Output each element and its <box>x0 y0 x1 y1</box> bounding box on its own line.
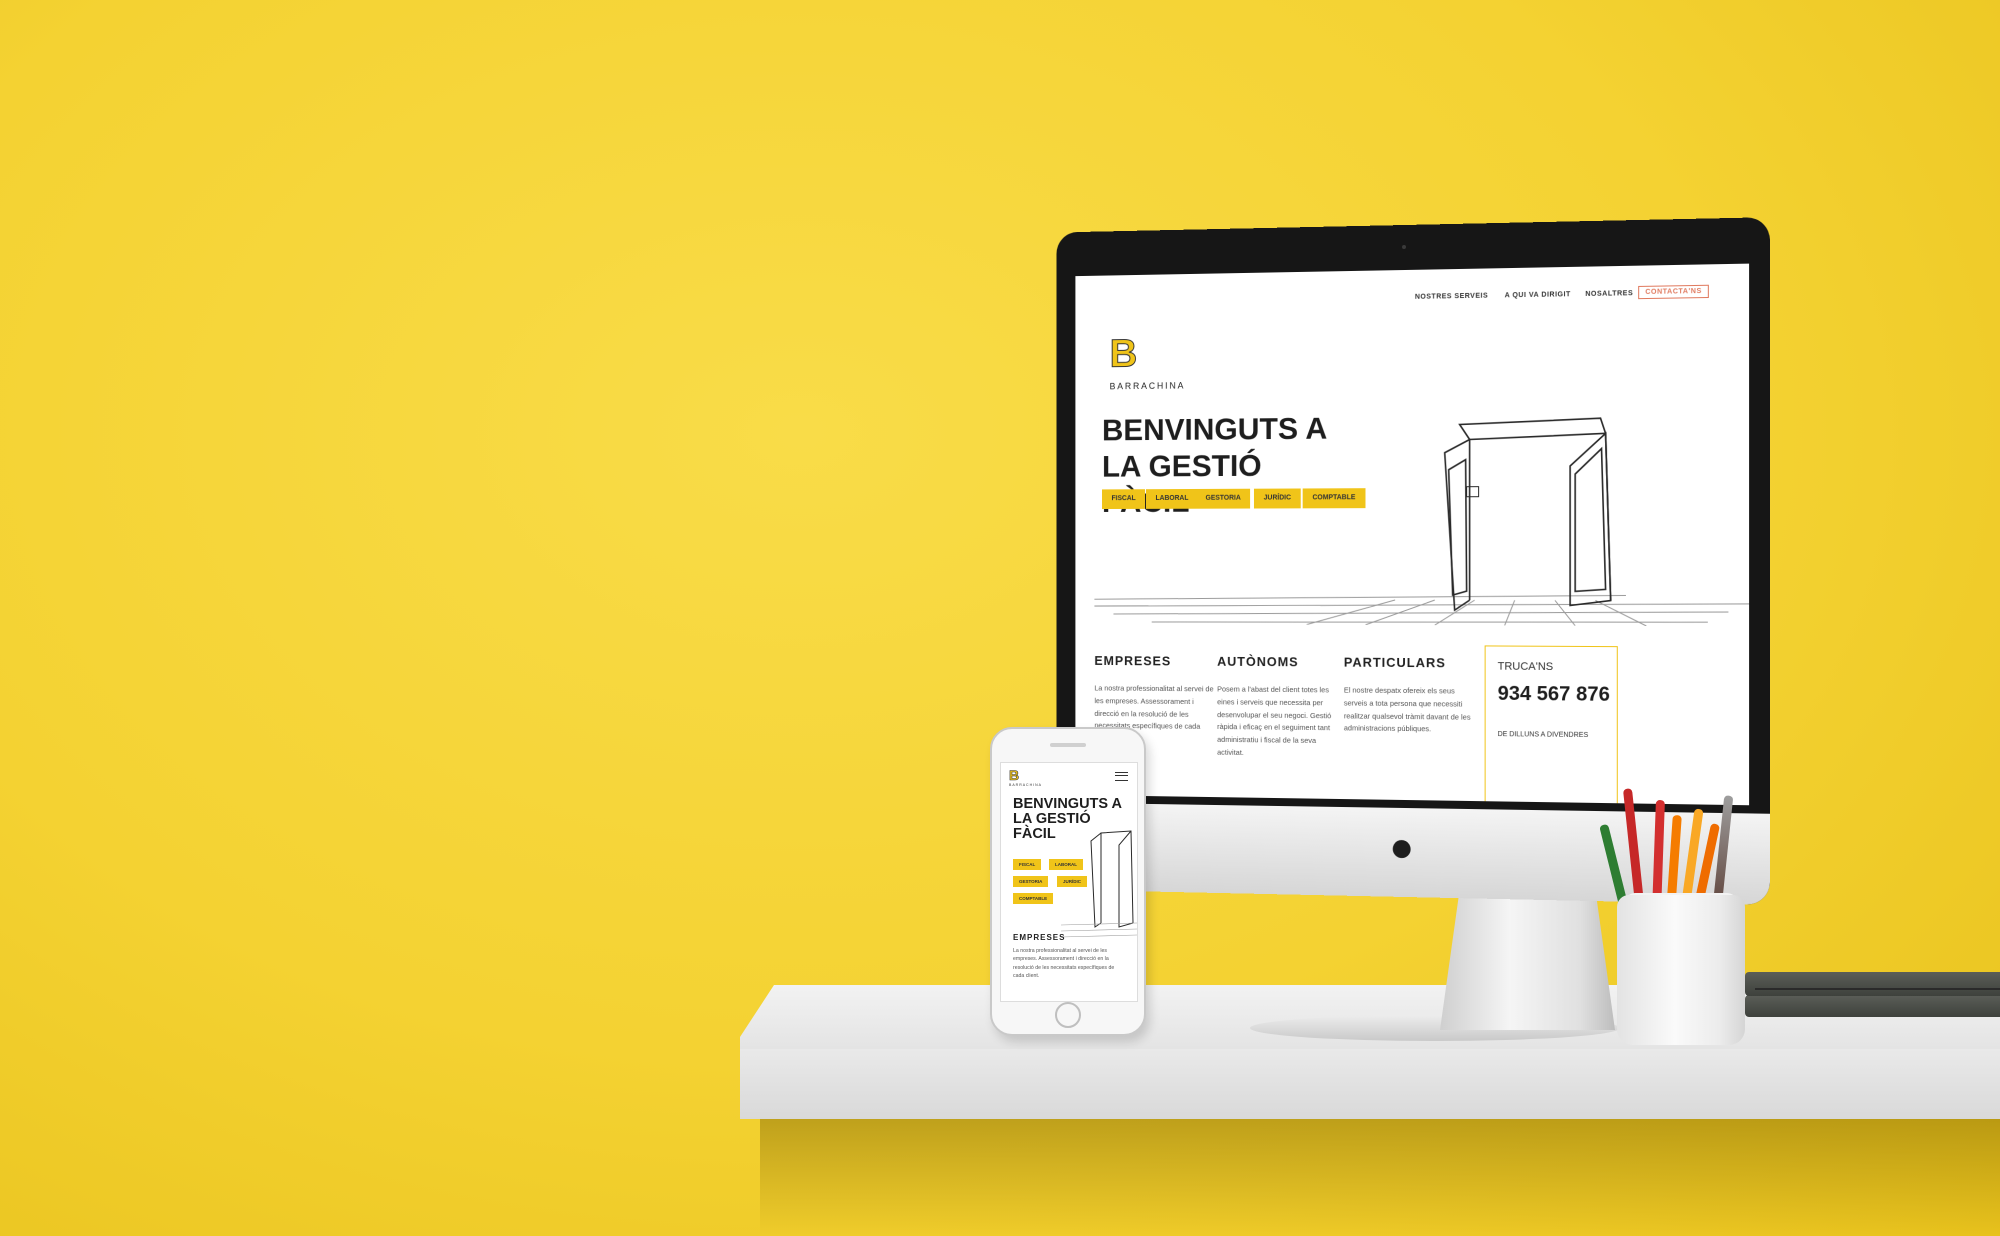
mobile-tag-fiscal[interactable]: FISCAL <box>1013 859 1042 870</box>
opening-hours: DE DILLUNS A DIVENDRES <box>1497 731 1589 740</box>
desktop-website-screen: NOSTRES SERVEIS A QUI VA DIRIGIT NOSALTR… <box>1075 263 1750 806</box>
tag-comptable[interactable]: COMPTABLE <box>1302 488 1366 509</box>
notebook <box>1745 972 2000 996</box>
mobile-tag-comptable[interactable]: COMPTABLE <box>1013 893 1054 904</box>
column-title-autonoms: AUTÒNOMS <box>1217 653 1299 670</box>
notebook <box>1745 995 2000 1017</box>
nav-item-a-qui-va-dirigit[interactable]: A QUI VA DIRIGIT <box>1505 291 1571 299</box>
imac-stand <box>1440 880 1615 1030</box>
phone-number[interactable]: 934 567 876 <box>1498 683 1610 707</box>
mobile-section-text: La nostra professionalitat al servei de … <box>1013 948 1115 979</box>
mobile-tag-gestoria[interactable]: GESTORIA <box>1013 876 1049 887</box>
column-title-empreses: EMPRESES <box>1094 653 1172 669</box>
nav-item-nostres-serveis[interactable]: NOSTRES SERVEIS <box>1415 293 1488 301</box>
tag-laboral[interactable]: LABORAL <box>1145 488 1199 509</box>
apple-logo-icon: ● <box>1389 822 1415 871</box>
pen-cup <box>1617 895 1745 1045</box>
home-button <box>1055 1002 1081 1028</box>
column-text-autonoms: Posem a l'abast del client totes les ein… <box>1217 684 1332 757</box>
contact-button[interactable]: CONTACTA'NS <box>1638 284 1709 300</box>
tag-gestoria[interactable]: GESTORIA <box>1195 488 1251 509</box>
shelf-shadow <box>760 1119 2000 1236</box>
mobile-website-screen: B BARRACHINA BENVINGUTS A LA GESTIÓ FÀCI… <box>1000 762 1138 1002</box>
contact-box[interactable]: TRUCA'NS 934 567 876 DE DILLUNS A DIVEND… <box>1484 645 1618 806</box>
mobile-logo-name: BARRACHINA <box>1009 783 1042 787</box>
hamburger-menu-icon[interactable] <box>1115 772 1128 781</box>
column-text-particulars: El nostre despatx ofereix els seus serve… <box>1343 685 1471 734</box>
phone-speaker <box>1050 743 1086 747</box>
nav-item-nosaltres[interactable]: NOSALTRES <box>1585 290 1633 298</box>
mobile-logo-icon[interactable]: B <box>1009 767 1020 784</box>
mobile-tag-laboral[interactable]: LABORAL <box>1049 859 1083 870</box>
notebook-strap <box>1755 988 2000 990</box>
shelf-front <box>740 1037 2000 1119</box>
mobile-section-title: EMPRESES <box>1013 933 1066 942</box>
mobile-tag-juridic[interactable]: JURÍDIC <box>1057 876 1088 887</box>
smartphone: B BARRACHINA BENVINGUTS A LA GESTIÓ FÀCI… <box>990 727 1146 1036</box>
logo-name: BARRACHINA <box>1109 380 1186 392</box>
logo-icon[interactable]: B <box>1109 331 1138 376</box>
tag-juridic[interactable]: JURÍDIC <box>1253 488 1301 509</box>
tag-fiscal[interactable]: FISCAL <box>1102 489 1146 510</box>
column-title-particulars: PARTICULARS <box>1343 654 1446 671</box>
call-label: TRUCA'NS <box>1497 660 1554 674</box>
camera-icon <box>1402 244 1406 250</box>
mobile-hero-title: BENVINGUTS A LA GESTIÓ FÀCIL <box>1013 796 1122 843</box>
